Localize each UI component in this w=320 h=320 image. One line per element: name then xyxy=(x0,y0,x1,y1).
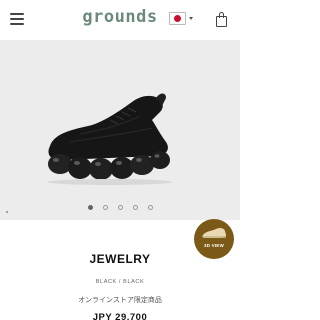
3d-view-label: 3D VIEW xyxy=(204,243,224,248)
shopping-bag-icon[interactable] xyxy=(215,12,229,27)
product-color: BLACK / BLACK xyxy=(95,279,145,285)
language-selector[interactable] xyxy=(169,10,195,26)
product-image-gallery[interactable]: 3D VIEW xyxy=(0,40,240,259)
product-image-sneaker xyxy=(48,93,172,185)
pagination-dot[interactable] xyxy=(147,205,153,210)
chevron-down-icon xyxy=(189,16,193,20)
decorative-dot xyxy=(6,211,8,213)
online-exclusive-note: オンラインストア限定商品 xyxy=(78,296,162,304)
product-name: JEWELRY xyxy=(89,252,151,266)
product-price: JPY 29,700 xyxy=(92,312,148,320)
site-logo[interactable]: grounds xyxy=(0,7,240,27)
gallery-pagination xyxy=(0,205,240,210)
site-header: grounds xyxy=(0,0,240,40)
japan-flag-icon xyxy=(169,11,186,25)
pagination-dot[interactable] xyxy=(102,205,108,210)
pagination-dot[interactable] xyxy=(117,205,123,210)
pagination-dot[interactable] xyxy=(132,205,138,210)
product-info: JEWELRY BLACK / BLACK オンラインストア限定商品 JPY 2… xyxy=(0,252,240,320)
shoe-thumbnail-icon xyxy=(202,227,226,238)
pagination-dot[interactable] xyxy=(87,205,93,210)
